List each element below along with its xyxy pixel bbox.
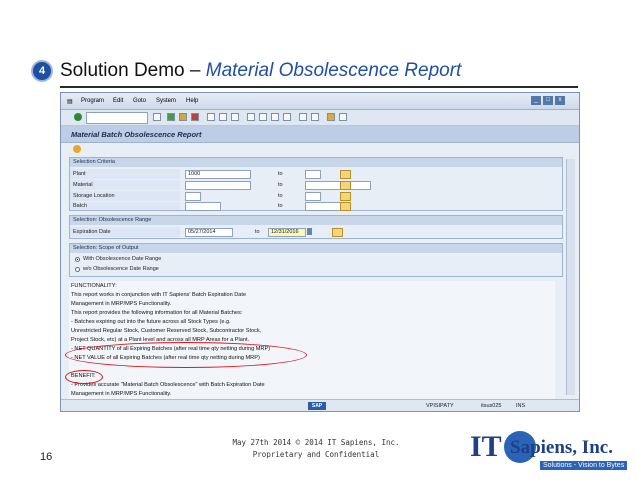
- info-line: This report provides the following infor…: [71, 310, 243, 316]
- minimize-button[interactable]: _: [531, 96, 541, 105]
- expiration-date-to-field[interactable]: 12/31/2016: [268, 228, 306, 237]
- command-field[interactable]: [86, 112, 148, 124]
- report-description: FUNCTIONALITY: This report works in conj…: [65, 281, 555, 399]
- title-divider: [60, 86, 578, 88]
- info-line: Management in MRP/MPS Functionality.: [71, 391, 172, 397]
- plant-to-label: to: [278, 171, 283, 177]
- find-next-icon[interactable]: [231, 113, 239, 121]
- company-logo: IT Sapiens, Inc. Solutions - Vision to B…: [470, 425, 630, 477]
- batch-multiple-selection-button[interactable]: [340, 202, 351, 211]
- highlight-ellipse-net-values: [65, 342, 307, 368]
- storage-location-to-label: to: [278, 193, 283, 199]
- obsolescence-range-frame: Selection: Obsolescence Range Expiration…: [69, 215, 563, 239]
- screen-title: Material Batch Obsolescence Report: [71, 130, 202, 139]
- batch-from-field[interactable]: [185, 202, 221, 211]
- enter-icon[interactable]: [74, 113, 82, 121]
- info-line: Unrestricted Regular Stock, Customer Res…: [71, 328, 262, 334]
- sap-logo: SAP: [308, 402, 326, 410]
- plant-to-field[interactable]: [305, 170, 321, 179]
- info-line: - Batches expiring out into the future a…: [71, 319, 231, 325]
- storage-location-from-field[interactable]: [185, 192, 201, 201]
- new-session-icon[interactable]: [299, 113, 307, 121]
- print-icon[interactable]: [207, 113, 215, 121]
- vertical-scrollbar[interactable]: [566, 159, 575, 395]
- selection-criteria-title: Selection Criteria: [70, 158, 562, 167]
- status-mode: INS: [516, 403, 526, 409]
- batch-label: Batch: [70, 202, 180, 210]
- cancel-icon[interactable]: [191, 113, 199, 121]
- expiration-date-from-field[interactable]: 05/27/2014: [185, 228, 233, 237]
- with-range-radio[interactable]: [75, 257, 80, 262]
- slide-title-sub: Material Obsolescence Report: [205, 60, 462, 81]
- batch-to-label: to: [278, 203, 283, 209]
- expiration-date-to-label: to: [255, 229, 260, 235]
- layout-icon[interactable]: [339, 113, 347, 121]
- logo-name: Sapiens, Inc.: [510, 437, 613, 458]
- last-page-icon[interactable]: [283, 113, 291, 121]
- exit-icon[interactable]: [179, 113, 187, 121]
- highlight-ellipse-benefit: [65, 370, 103, 384]
- save-icon[interactable]: [153, 113, 161, 121]
- back-icon[interactable]: [167, 113, 175, 121]
- storage-location-label: Storage Location: [70, 191, 180, 201]
- menu-goto[interactable]: Goto: [133, 98, 146, 104]
- execute-icon[interactable]: [73, 145, 81, 153]
- selection-criteria-frame: Selection Criteria Plant 1000 to Materia…: [69, 157, 563, 211]
- sap-window: ▤ Program Edit Goto System Help _ □ x Ma…: [60, 92, 580, 412]
- menu-edit[interactable]: Edit: [113, 98, 123, 104]
- scope-of-output-frame: Selection: Scope of Output With Obsolesc…: [69, 243, 563, 277]
- status-server: itsus025: [481, 403, 502, 409]
- expiration-date-multiple-selection-button[interactable]: [332, 228, 343, 237]
- material-multiple-selection-button[interactable]: [340, 181, 351, 190]
- menu-help[interactable]: Help: [186, 98, 198, 104]
- footer-confidential: Proprietary and Confidential: [252, 450, 380, 459]
- material-from-field[interactable]: [185, 181, 251, 190]
- step-badge: 4: [33, 62, 51, 80]
- application-toolbar: [61, 143, 579, 155]
- slide-title-main: Solution Demo –: [60, 60, 206, 81]
- storage-location-multiple-selection-button[interactable]: [340, 192, 351, 201]
- logo-tagline: Solutions - Vision to Bytes: [540, 461, 628, 470]
- footer-text: May 27th 2014 © 2014 IT Sapiens, Inc. Pr…: [216, 437, 416, 461]
- expiration-date-label: Expiration Date: [70, 227, 180, 237]
- material-to-field[interactable]: [305, 181, 371, 190]
- info-line: This report works in conjunction with IT…: [71, 292, 247, 298]
- page-number: 16: [40, 451, 53, 463]
- obsolescence-range-title: Selection: Obsolescence Range: [70, 216, 562, 225]
- info-line: FUNCTIONALITY:: [71, 283, 117, 289]
- batch-to-field[interactable]: [305, 202, 341, 211]
- shortcut-icon[interactable]: [311, 113, 319, 121]
- plant-label: Plant: [70, 169, 180, 179]
- menu-system[interactable]: System: [156, 98, 176, 104]
- close-button[interactable]: x: [555, 96, 565, 105]
- calendar-icon[interactable]: [307, 228, 312, 235]
- with-range-label: With Obsolescence Date Range: [83, 256, 162, 262]
- next-page-icon[interactable]: [271, 113, 279, 121]
- find-icon[interactable]: [219, 113, 227, 121]
- without-range-radio[interactable]: [75, 267, 80, 272]
- sap-menubar: ▤ Program Edit Goto System Help _ □ x: [61, 93, 579, 110]
- sap-status-bar: SAP VPISIPATY itsus025 INS: [61, 399, 579, 411]
- slide-title: Solution Demo – Material Obsolescence Re…: [60, 60, 461, 82]
- logo-it: IT: [470, 430, 502, 463]
- footer-date-copyright: May 27th 2014 © 2014 IT Sapiens, Inc.: [232, 438, 400, 447]
- first-page-icon[interactable]: [247, 113, 255, 121]
- info-line: Management in MRP/MPS Functionality.: [71, 301, 172, 307]
- material-to-label: to: [278, 182, 283, 188]
- storage-location-to-field[interactable]: [305, 192, 321, 201]
- info-line: - Provides accurate "Material Batch Obso…: [71, 382, 265, 388]
- menu-icon[interactable]: ▤: [67, 98, 73, 105]
- plant-from-field[interactable]: 1000: [185, 170, 251, 179]
- without-range-label: w/o Obsolescence Date Range: [83, 266, 159, 272]
- sap-title-bar: Material Batch Obsolescence Report: [61, 126, 579, 143]
- help-icon[interactable]: [327, 113, 335, 121]
- material-label: Material: [70, 180, 180, 190]
- menu-program[interactable]: Program: [81, 98, 104, 104]
- plant-multiple-selection-button[interactable]: [340, 170, 351, 179]
- scope-of-output-title: Selection: Scope of Output: [70, 244, 562, 253]
- maximize-button[interactable]: □: [543, 96, 553, 105]
- status-system[interactable]: VPISIPATY: [426, 403, 454, 409]
- sap-standard-toolbar: [61, 110, 579, 126]
- prev-page-icon[interactable]: [259, 113, 267, 121]
